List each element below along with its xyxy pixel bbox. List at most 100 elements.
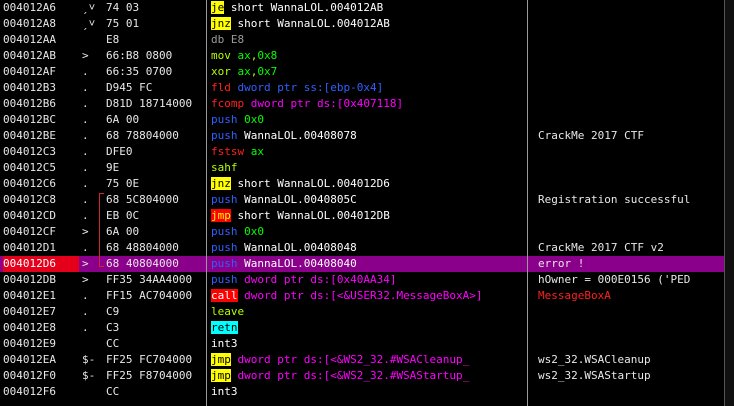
- instruction-row[interactable]: 004012DB > FF35 34AA4000 push dword ptr ds:…: [0, 272, 734, 288]
- address-cell: 004012A8: [3, 17, 56, 30]
- operand-token: dword ptr ss:[ebp-0x4]: [237, 81, 384, 94]
- mnemonic-token: push: [211, 225, 245, 238]
- hex-bytes-cell: FF25 F8704000: [106, 369, 193, 382]
- instruction-row[interactable]: 004012EA $- FF25 FC704000 jmp dword ptr ds:…: [0, 352, 734, 368]
- disassembly-cell: mov ax,0x8: [211, 48, 525, 64]
- mnemonic-token: mov: [211, 49, 238, 62]
- disassembly-cell: jmp dword ptr ds:[<&WS2_32.#WSACleanup_: [211, 352, 525, 368]
- operand-token: short WannaLOL.004012AB: [230, 17, 390, 30]
- disassembly-cell: leave: [211, 304, 525, 320]
- hex-bytes-cell: D945 FC: [106, 81, 153, 94]
- hex-bytes-cell: C9: [106, 305, 120, 318]
- mnemonic-token: jnz: [211, 177, 231, 190]
- address-cell: 004012AF: [3, 65, 56, 78]
- comment-cell: CrackMe 2017 CTF: [538, 129, 644, 142]
- address-cell: 004012C5: [3, 161, 56, 174]
- instruction-row[interactable]: 004012AA E8 db E8: [0, 32, 734, 48]
- disassembly-cell: push WannaLOL.00408040: [211, 256, 525, 272]
- instruction-row[interactable]: 004012CD. EB 0C jmp short WannaLOL.004012D…: [0, 208, 734, 224]
- mnemonic-token: je: [211, 1, 225, 14]
- comment-cell: [538, 224, 730, 240]
- mnemonic-token: jmp: [211, 209, 231, 222]
- comment-cell: [538, 0, 730, 16]
- comment-cell: [538, 160, 730, 176]
- comment-cell: CrackMe 2017 CTF v2: [538, 241, 664, 254]
- instruction-row[interactable]: 004012BE. 68 78804000 push WannaLOL.004080…: [0, 128, 734, 144]
- mnemonic-token: push: [211, 257, 245, 270]
- hex-bytes-cell: FF25 FC704000: [106, 353, 193, 366]
- comment-cell: [538, 144, 730, 160]
- address-cell: 004012AB: [3, 49, 56, 62]
- instruction-row[interactable]: 004012E9 CC int3: [0, 336, 734, 352]
- mnemonic-token: db E8: [211, 33, 245, 46]
- mnemonic-token: fld: [211, 81, 238, 94]
- jump-marker: .: [82, 81, 89, 94]
- comment-cell: error !: [538, 257, 585, 270]
- instruction-row[interactable]: 004012F6 CC int3: [0, 384, 734, 400]
- address-cell: 004012D1: [3, 241, 56, 254]
- mnemonic-token: jmp: [211, 369, 231, 382]
- instruction-row[interactable]: 004012E8. C3 retn: [0, 320, 734, 336]
- operand-token: dword ptr ds:[<&USER32.MessageBoxA>]: [237, 289, 483, 302]
- operand-token: 0x0: [244, 113, 264, 126]
- vertical-scrollbar[interactable]: [724, 0, 734, 406]
- instruction-row[interactable]: 004012C6. 75 0E jnz short WannaLOL.004012D…: [0, 176, 734, 192]
- disassembly-cell: jmp dword ptr ds:[<&WS2_32.#WSAStartup_: [211, 368, 525, 384]
- operand-token: ax: [237, 65, 251, 78]
- comment-cell: [538, 96, 730, 112]
- operand-token: dword ptr ds:[<&WS2_32.#WSACleanup_: [230, 353, 470, 366]
- operand-token: 0x0: [244, 225, 264, 238]
- selected-instruction-row[interactable]: 004012D6 >68 40804000 push WannaLOL.004080…: [0, 256, 734, 272]
- instruction-row[interactable]: 004012BC. 6A 00 push 0x0: [0, 112, 734, 128]
- jump-line-top: [99, 193, 104, 194]
- instruction-row[interactable]: 004012AB >66:B8 0800 mov ax,0x8: [0, 48, 734, 64]
- instruction-row[interactable]: 004012C5. 9E sahf: [0, 160, 734, 176]
- jump-marker: .: [82, 177, 89, 190]
- instruction-row[interactable]: 004012D1. 68 48804000 push WannaLOL.004080…: [0, 240, 734, 256]
- instruction-row[interactable]: 004012F0 $- FF25 F8704000 jmp dword ptr ds:…: [0, 368, 734, 384]
- comment-cell: [538, 112, 730, 128]
- mnemonic-token: fstsw: [211, 145, 251, 158]
- disassembly-cell: push 0x0: [211, 112, 525, 128]
- operand-token: 0x7: [257, 65, 278, 78]
- comment-cell: [538, 16, 730, 32]
- instruction-row[interactable]: 004012CF >6A 00 push 0x0: [0, 224, 734, 240]
- instruction-row[interactable]: 004012C3. DFE0 fstsw ax: [0, 144, 734, 160]
- jump-marker: .: [82, 129, 89, 142]
- hex-bytes-cell: D81D 18714000: [106, 97, 193, 110]
- hex-bytes-cell: C3: [106, 321, 120, 334]
- address-cell: 004012E7: [3, 305, 56, 318]
- mnemonic-token: push: [211, 273, 245, 286]
- instruction-row[interactable]: 004012E7. C9 leave: [0, 304, 734, 320]
- disassembly-cell: push dword ptr ds:[0x40AA34]: [211, 272, 525, 288]
- comment-cell: [538, 48, 730, 64]
- column-divider-hex: [206, 0, 207, 406]
- instruction-row[interactable]: 004012A8 ˏ˅ 75 01 jnz short WannaLOL.004012…: [0, 16, 734, 32]
- hex-bytes-cell: 75 0E: [106, 177, 140, 190]
- hex-bytes-cell: DFE0: [106, 145, 133, 158]
- mnemonic-token: push: [211, 113, 245, 126]
- instruction-row[interactable]: 004012E1. FF15 AC704000 call dword ptr ds:…: [0, 288, 734, 304]
- comment-cell: [538, 384, 730, 400]
- hex-bytes-cell: 68 40804000: [106, 257, 179, 270]
- hex-bytes-cell: 6A 00: [106, 225, 140, 238]
- instruction-row[interactable]: 004012B6. D81D 18714000 fcomp dword ptr ds…: [0, 96, 734, 112]
- address-cell: 004012AA: [3, 33, 56, 46]
- instruction-row[interactable]: 004012C8. 68 5C804000 push WannaLOL.004080…: [0, 192, 734, 208]
- instruction-row[interactable]: 004012B3. D945 FC fld dword ptr ss:[ebp-0x…: [0, 80, 734, 96]
- jump-marker: [82, 32, 102, 48]
- mnemonic-token: leave: [211, 305, 245, 318]
- instruction-row[interactable]: 004012A6 ˏ˅ 74 03 je short WannaLOL.004012A…: [0, 0, 734, 16]
- operand-token: ax: [250, 145, 264, 158]
- comment-cell: Registration successful: [538, 193, 691, 206]
- comment-cell: [538, 320, 730, 336]
- instruction-row[interactable]: 004012AF. 66:35 0700 xor ax,0x7: [0, 64, 734, 80]
- mnemonic-token: jnz: [211, 17, 231, 30]
- comment-cell: MessageBoxA: [538, 289, 611, 302]
- hex-bytes-cell: 74 03: [106, 1, 140, 14]
- address-cell: 004012EA: [3, 353, 56, 366]
- disassembly-cell: je short WannaLOL.004012AB: [211, 0, 525, 16]
- hex-bytes-cell: 9E: [106, 161, 120, 174]
- disassembly-view[interactable]: 004012A6 ˏ˅ 74 03 je short WannaLOL.004012A…: [0, 0, 734, 406]
- jump-marker: [82, 336, 102, 352]
